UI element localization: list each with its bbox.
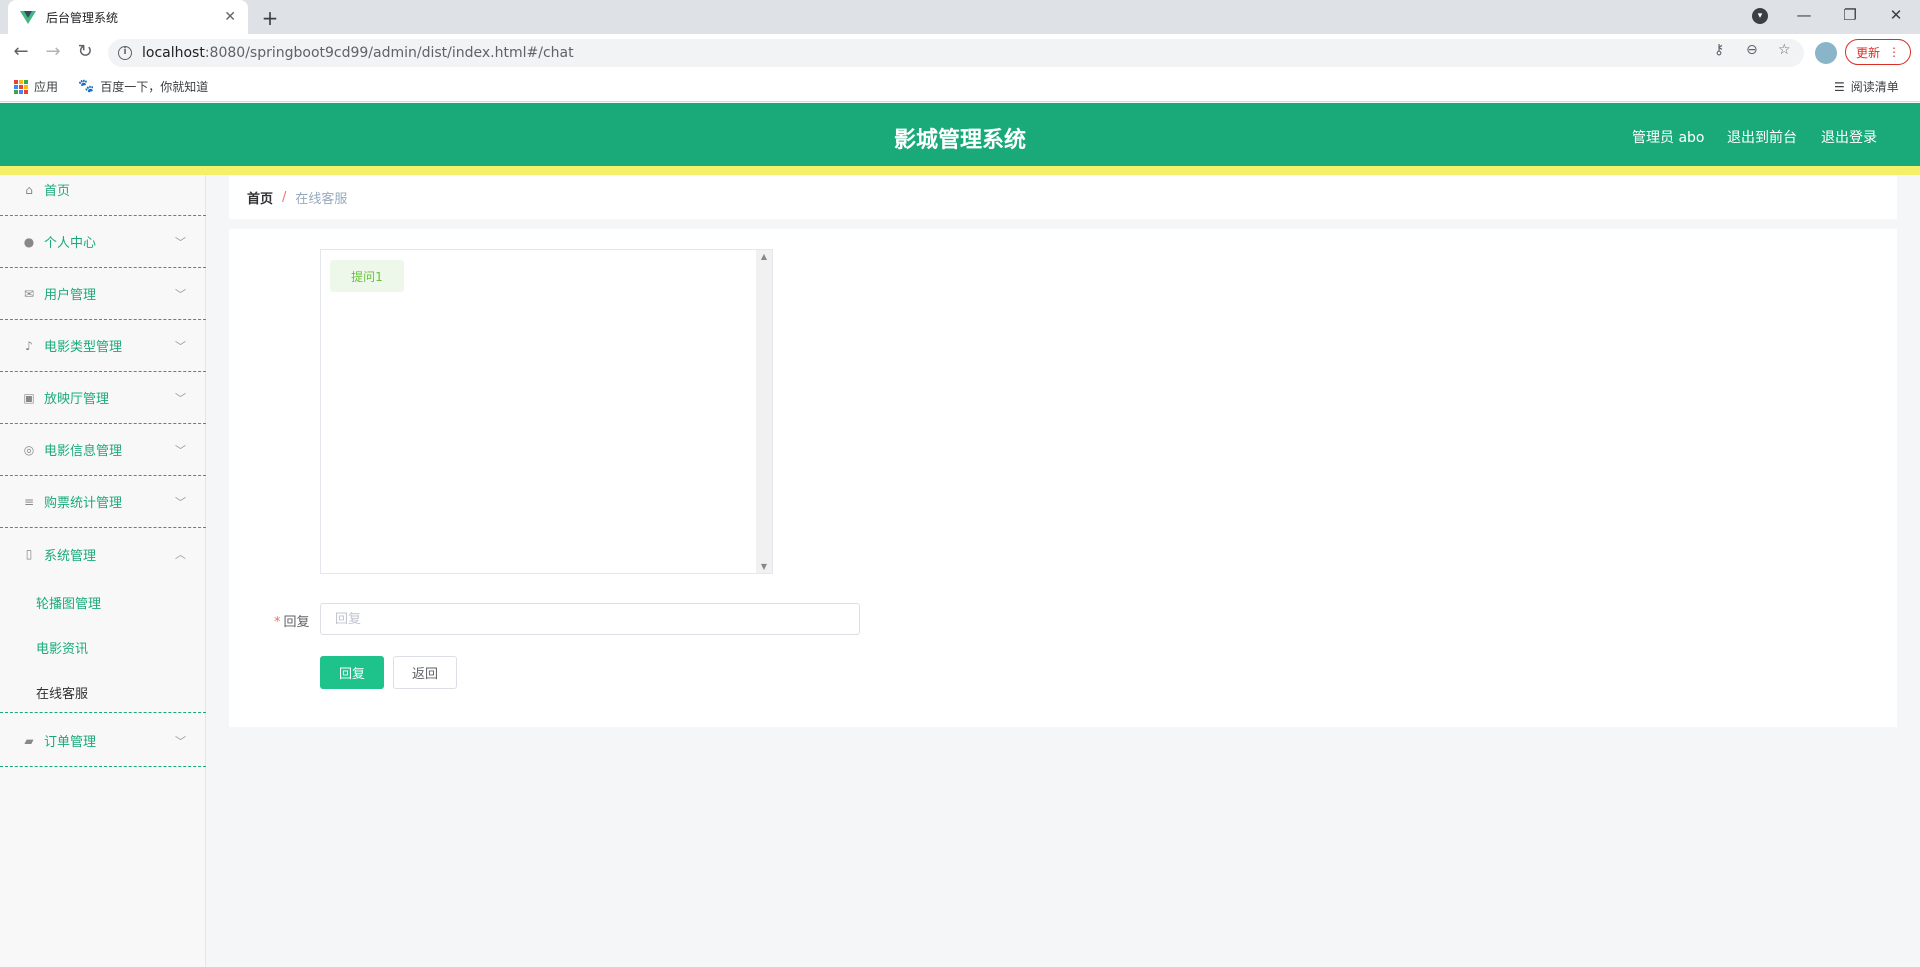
chevron-down-icon: ﹀ [175,495,186,509]
sidebar-item-personal-center[interactable]: ● 个人中心 ﹀ [0,216,206,268]
sidebar: ⌂ 首页 ● 个人中心 ﹀ ✉ 用户管理 ﹀ ♪ 电影类型管理 ﹀ ▣ 放映厅管… [0,175,206,967]
sidebar-item-movie-type[interactable]: ♪ 电影类型管理 ﹀ [0,320,206,372]
reading-list-label: 阅读清单 [1850,80,1899,94]
exit-to-front-link[interactable]: 退出到前台 [1727,127,1797,147]
browser-tab[interactable]: 后台管理系统 ✕ [8,0,248,34]
app-header: 影城管理系统 管理员 abo 退出到前台 退出登录 [0,103,1920,166]
sidebar-item-label: 系统管理 [44,548,97,564]
profile-avatar[interactable] [1815,42,1837,64]
restore-icon[interactable]: ❐ [1840,6,1860,24]
window-close-icon[interactable]: ✕ [1886,6,1906,24]
sidebar-item-user-management[interactable]: ✉ 用户管理 ﹀ [0,268,206,320]
reload-icon[interactable]: ↻ [74,42,96,62]
chevron-up-icon: ︿ [175,548,186,561]
mail-icon: ✉ [23,286,35,301]
home-icon: ⌂ [25,182,33,197]
logout-link[interactable]: 退出登录 [1821,127,1877,147]
sidebar-item-label: 放映厅管理 [44,392,110,407]
browser-toolbar: ← → ↻ i localhost:8080/springboot9cd99/a… [0,34,1920,70]
reply-button[interactable]: 回复 [320,656,384,689]
chevron-down-icon: ﹀ [175,734,186,748]
sidebar-item-label: 电影类型管理 [44,340,123,355]
minimize-icon[interactable]: — [1794,6,1814,24]
chevron-down-icon: ﹀ [175,287,186,301]
chat-message-list[interactable]: 提问1 ▲ ▼ [320,249,773,574]
bookmark-label: 应用 [34,80,59,94]
sidebar-item-movie-info[interactable]: ◎ 电影信息管理 ﹀ [0,424,206,476]
more-menu-icon: ⋮ [1888,45,1900,59]
sidebar-divider [0,712,206,713]
chevron-down-icon: ﹀ [175,443,186,457]
reading-list-icon: ☰ [1834,79,1845,94]
reply-field-label: * 回复 [274,611,310,630]
required-asterisk: * [274,615,281,630]
user-icon: ● [23,234,35,249]
sidebar-item-orders[interactable]: ▰ 订单管理 ﹀ [0,715,206,767]
reply-input[interactable] [320,603,860,635]
bookmark-apps[interactable]: 应用 [14,78,58,95]
scroll-down-icon[interactable]: ▼ [756,562,772,571]
key-icon[interactable]: ⚷ [1714,42,1724,58]
phone-icon: ▯ [25,547,33,561]
tab-search-icon[interactable]: ▾ [1752,8,1768,24]
tab-title: 后台管理系统 [46,10,119,25]
breadcrumb-current: 在线客服 [295,191,348,207]
vue-logo-icon [20,11,36,24]
reply-label-text: 回复 [283,615,310,630]
browser-tab-bar: 后台管理系统 ✕ + ▾ — ❐ ✕ [0,0,1920,34]
site-info-icon[interactable]: i [118,46,132,60]
chat-scrollbar[interactable]: ▲ ▼ [756,250,772,573]
chevron-down-icon: ﹀ [175,339,186,353]
baidu-paw-icon: 🐾 [78,79,95,94]
breadcrumb: 首页 / 在线客服 [229,175,1897,219]
header-accent-strip [0,166,1920,175]
scroll-up-icon[interactable]: ▲ [756,252,772,261]
reading-list[interactable]: ☰ 阅读清单 [1834,78,1899,95]
forward-arrow-icon[interactable]: → [42,42,64,62]
sidebar-item-label: 电影信息管理 [44,444,123,459]
sidebar-item-label: 订单管理 [44,735,97,750]
admin-user-label: 管理员 abo [1632,130,1705,146]
bookmark-star-icon[interactable]: ☆ [1778,42,1791,58]
bookmarks-bar: 应用 🐾 百度一下，你就知道 ☰ 阅读清单 [0,70,1920,102]
sidebar-item-label: 个人中心 [44,236,97,251]
bookmark-label: 百度一下，你就知道 [100,80,209,94]
breadcrumb-home[interactable]: 首页 [247,188,273,207]
zoom-icon[interactable]: ⊖ [1746,42,1758,58]
compass-icon: ◎ [23,442,35,457]
chat-message-bubble: 提问1 [330,260,404,292]
sidebar-subitem-online-service[interactable]: 在线客服 [36,683,88,702]
bookmark-baidu[interactable]: 🐾 百度一下，你就知道 [78,78,208,95]
chevron-down-icon: ﹀ [175,235,186,249]
sidebar-item-system[interactable]: ▯ 系统管理 ︿ [0,528,206,580]
sidebar-item-ticket-stats[interactable]: ≡ 购票统计管理 ﹀ [0,476,206,528]
sidebar-item-label: 首页 [44,184,71,199]
apps-grid-icon [14,79,28,94]
sidebar-subitem-movie-news[interactable]: 电影资讯 [36,638,88,657]
tab-close-icon[interactable]: ✕ [224,9,236,25]
wallet-icon: ▰ [24,733,34,748]
new-tab-button[interactable]: + [258,6,282,30]
back-button[interactable]: 返回 [393,656,457,689]
chevron-down-icon: ﹀ [175,391,186,405]
address-bar[interactable]: i localhost:8080/springboot9cd99/admin/d… [108,39,1804,67]
url-host: localhost [142,45,205,61]
update-label: 更新 [1855,45,1880,60]
chat-panel: 提问1 ▲ ▼ *回复 回复 返回 [229,229,1897,727]
sidebar-subitem-carousel[interactable]: 轮播图管理 [36,593,101,612]
sliders-icon: ≡ [23,494,35,509]
sidebar-item-home[interactable]: ⌂ 首页 [0,164,206,216]
back-arrow-icon[interactable]: ← [10,42,32,62]
sidebar-item-label: 购票统计管理 [44,496,123,511]
sidebar-item-hall[interactable]: ▣ 放映厅管理 ﹀ [0,372,206,424]
clipboard-icon: ▣ [23,390,35,405]
microphone-icon: ♪ [25,338,33,353]
breadcrumb-separator: / [282,189,287,205]
update-button[interactable]: 更新 ⋮ [1845,39,1911,65]
sidebar-item-label: 用户管理 [44,288,97,303]
url-path: :8080/springboot9cd99/admin/dist/index.h… [204,45,574,61]
